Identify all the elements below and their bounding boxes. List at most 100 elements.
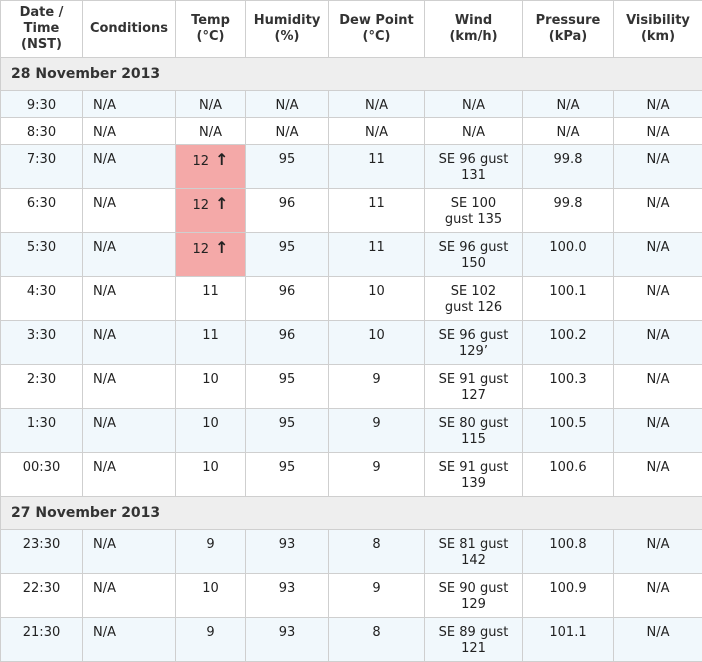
table-row: 3:30N/A119610SE 96 gust129’100.2N/A	[1, 321, 702, 365]
time-cell: 22:30	[1, 574, 83, 618]
time-cell: 5:30	[1, 233, 83, 277]
conditions-cell: N/A	[83, 409, 176, 453]
visibility-cell: N/A	[614, 118, 702, 145]
pressure-cell: 100.6	[523, 453, 614, 497]
time-cell: 9:30	[1, 91, 83, 118]
visibility-cell: N/A	[614, 321, 702, 365]
pressure-cell: 99.8	[523, 189, 614, 233]
dew-point-cell: N/A	[329, 91, 425, 118]
pressure-cell: 100.0	[523, 233, 614, 277]
time-cell: 23:30	[1, 530, 83, 574]
date-group-row: 28 November 2013	[1, 58, 702, 91]
visibility-cell: N/A	[614, 91, 702, 118]
header-wind: Wind(km/h)	[425, 1, 523, 58]
up-arrow-icon: ↑	[215, 150, 228, 169]
temp-cell: 9	[176, 618, 246, 662]
humidity-cell: 93	[246, 530, 329, 574]
humidity-cell: 95	[246, 145, 329, 189]
pressure-cell: 99.8	[523, 145, 614, 189]
conditions-cell: N/A	[83, 365, 176, 409]
time-cell: 7:30	[1, 145, 83, 189]
visibility-cell: N/A	[614, 618, 702, 662]
visibility-cell: N/A	[614, 233, 702, 277]
table-row: 1:30N/A10959SE 80 gust115100.5N/A	[1, 409, 702, 453]
table-row: 4:30N/A119610SE 102gust 126100.1N/A	[1, 277, 702, 321]
humidity-cell: 96	[246, 321, 329, 365]
header-date-time: Date /Time(NST)	[1, 1, 83, 58]
wind-cell: SE 102gust 126	[425, 277, 523, 321]
weather-observations-table: Date /Time(NST) Conditions Temp(°C) Humi…	[0, 0, 702, 662]
pressure-cell: 100.5	[523, 409, 614, 453]
header-dew-point: Dew Point(°C)	[329, 1, 425, 58]
wind-cell: SE 89 gust121	[425, 618, 523, 662]
dew-point-cell: 9	[329, 409, 425, 453]
visibility-cell: N/A	[614, 189, 702, 233]
temp-cell: 12↑	[176, 145, 246, 189]
pressure-cell: 101.1	[523, 618, 614, 662]
table-body: 28 November 20139:30N/AN/AN/AN/AN/AN/AN/…	[1, 58, 702, 662]
wind-cell: SE 91 gust127	[425, 365, 523, 409]
conditions-cell: N/A	[83, 574, 176, 618]
table-row: 5:30N/A12↑9511SE 96 gust150100.0N/A	[1, 233, 702, 277]
visibility-cell: N/A	[614, 277, 702, 321]
dew-point-cell: 9	[329, 365, 425, 409]
dew-point-cell: 10	[329, 321, 425, 365]
conditions-cell: N/A	[83, 145, 176, 189]
visibility-cell: N/A	[614, 365, 702, 409]
visibility-cell: N/A	[614, 530, 702, 574]
temp-cell: 10	[176, 365, 246, 409]
visibility-cell: N/A	[614, 145, 702, 189]
humidity-cell: 96	[246, 277, 329, 321]
header-conditions: Conditions	[83, 1, 176, 58]
temp-cell: 10	[176, 574, 246, 618]
conditions-cell: N/A	[83, 321, 176, 365]
temp-cell: 10	[176, 453, 246, 497]
pressure-cell: 100.9	[523, 574, 614, 618]
header-humidity: Humidity(%)	[246, 1, 329, 58]
wind-cell: SE 81 gust142	[425, 530, 523, 574]
table-row: 7:30N/A12↑9511SE 96 gust13199.8N/A	[1, 145, 702, 189]
time-cell: 2:30	[1, 365, 83, 409]
visibility-cell: N/A	[614, 453, 702, 497]
humidity-cell: 95	[246, 233, 329, 277]
header-pressure: Pressure(kPa)	[523, 1, 614, 58]
pressure-cell: 100.2	[523, 321, 614, 365]
date-group-label: 28 November 2013	[1, 58, 702, 91]
conditions-cell: N/A	[83, 530, 176, 574]
date-group-label: 27 November 2013	[1, 497, 702, 530]
dew-point-cell: N/A	[329, 118, 425, 145]
humidity-cell: 95	[246, 365, 329, 409]
humidity-cell: 95	[246, 453, 329, 497]
header-row: Date /Time(NST) Conditions Temp(°C) Humi…	[1, 1, 702, 58]
wind-cell: SE 91 gust139	[425, 453, 523, 497]
temp-cell: N/A	[176, 118, 246, 145]
time-cell: 3:30	[1, 321, 83, 365]
table-row: 2:30N/A10959SE 91 gust127100.3N/A	[1, 365, 702, 409]
time-cell: 1:30	[1, 409, 83, 453]
dew-point-cell: 11	[329, 145, 425, 189]
pressure-cell: 100.3	[523, 365, 614, 409]
temp-cell: 11	[176, 277, 246, 321]
visibility-cell: N/A	[614, 409, 702, 453]
wind-cell: SE 80 gust115	[425, 409, 523, 453]
wind-cell: N/A	[425, 91, 523, 118]
conditions-cell: N/A	[83, 118, 176, 145]
pressure-cell: 100.1	[523, 277, 614, 321]
table-row: 8:30N/AN/AN/AN/AN/AN/AN/A	[1, 118, 702, 145]
humidity-cell: 95	[246, 409, 329, 453]
header-visibility: Visibility(km)	[614, 1, 702, 58]
wind-cell: SE 96 gust129’	[425, 321, 523, 365]
table-row: 9:30N/AN/AN/AN/AN/AN/AN/A	[1, 91, 702, 118]
dew-point-cell: 10	[329, 277, 425, 321]
wind-cell: SE 100gust 135	[425, 189, 523, 233]
conditions-cell: N/A	[83, 453, 176, 497]
temp-cell: 12↑	[176, 233, 246, 277]
humidity-cell: 93	[246, 574, 329, 618]
visibility-cell: N/A	[614, 574, 702, 618]
table-row: 6:30N/A12↑9611SE 100gust 13599.8N/A	[1, 189, 702, 233]
pressure-cell: N/A	[523, 91, 614, 118]
conditions-cell: N/A	[83, 91, 176, 118]
humidity-cell: N/A	[246, 118, 329, 145]
table-row: 21:30N/A9938SE 89 gust121101.1N/A	[1, 618, 702, 662]
wind-cell: SE 96 gust150	[425, 233, 523, 277]
